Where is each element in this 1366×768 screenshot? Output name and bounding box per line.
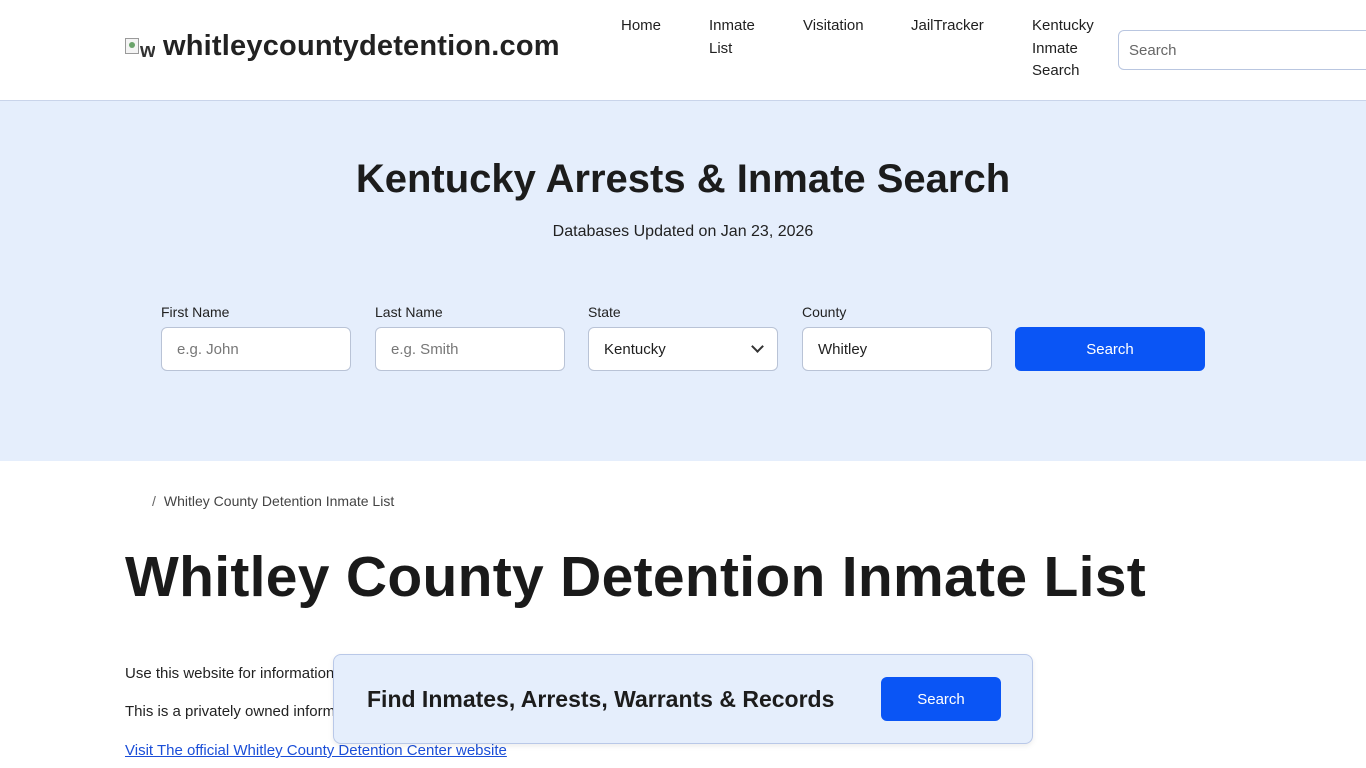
site-logo[interactable]: w whitleycountydetention.com xyxy=(125,30,560,63)
hero-search-section: Kentucky Arrests & Inmate Search Databas… xyxy=(0,101,1366,461)
floating-search-banner: Find Inmates, Arrests, Warrants & Record… xyxy=(333,654,1033,744)
county-label: County xyxy=(802,304,847,320)
nav-item-kentucky-inmate-search[interactable]: Kentucky Inmate Search xyxy=(1032,15,1094,83)
official-website-link[interactable]: Visit The official Whitley County Detent… xyxy=(125,742,507,759)
county-input[interactable] xyxy=(818,340,976,358)
chevron-down-icon xyxy=(751,340,764,353)
breadcrumb-separator: / xyxy=(152,493,156,509)
county-field: County xyxy=(802,304,992,371)
last-name-label: Last Name xyxy=(375,304,443,320)
floating-search-button[interactable]: Search xyxy=(881,677,1001,721)
first-name-input[interactable] xyxy=(177,340,335,358)
header-search-input[interactable] xyxy=(1119,31,1359,69)
state-label: State xyxy=(588,304,621,320)
state-field: State Kentucky xyxy=(588,304,778,371)
logo-alt-text: w xyxy=(140,39,155,62)
state-select[interactable]: Kentucky xyxy=(588,327,778,371)
nav-item-jailtracker[interactable]: JailTracker xyxy=(911,15,984,38)
broken-image-icon: w xyxy=(125,32,155,62)
ownership-paragraph: This is a privately owned inform xyxy=(125,703,336,720)
site-header: w whitleycountydetention.com Home Inmate… xyxy=(0,0,1366,101)
nav-item-home[interactable]: Home xyxy=(621,15,661,38)
site-name[interactable]: whitleycountydetention.com xyxy=(163,30,560,63)
nav-item-visitation[interactable]: Visitation xyxy=(803,15,864,38)
breadcrumb: / Whitley County Detention Inmate List xyxy=(152,493,394,509)
nav-item-inmate-list[interactable]: Inmate List xyxy=(709,15,755,60)
last-name-field: Last Name xyxy=(375,304,565,371)
last-name-input[interactable] xyxy=(391,340,549,358)
first-name-label: First Name xyxy=(161,304,230,320)
page-title: Whitley County Detention Inmate List xyxy=(125,545,1146,609)
floating-banner-text: Find Inmates, Arrests, Warrants & Record… xyxy=(367,686,835,712)
intro-paragraph: Use this website for information xyxy=(125,665,335,682)
header-search xyxy=(1118,30,1366,70)
first-name-field: First Name xyxy=(161,304,351,371)
breadcrumb-current: Whitley County Detention Inmate List xyxy=(163,493,395,509)
hero-title: Kentucky Arrests & Inmate Search xyxy=(355,157,1011,201)
state-selected-value: Kentucky xyxy=(604,340,666,358)
database-updated-text: Databases Updated on Jan 23, 2026 xyxy=(552,223,814,240)
hero-search-button[interactable]: Search xyxy=(1015,327,1205,371)
